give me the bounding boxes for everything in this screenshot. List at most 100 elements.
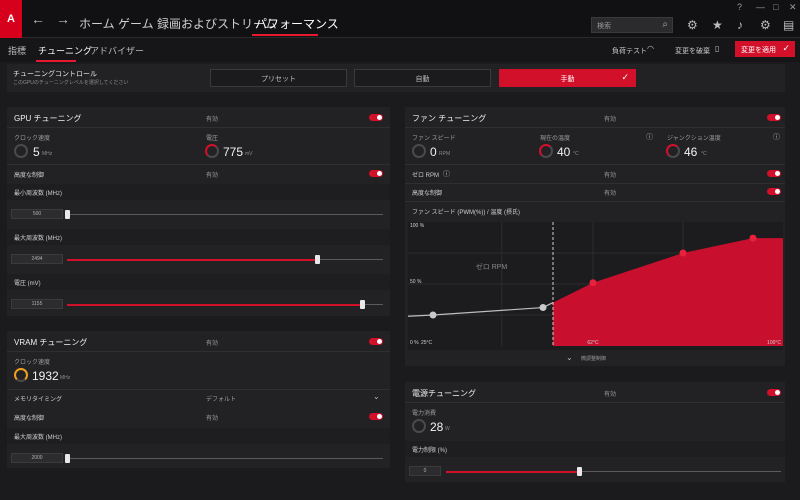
- current-temp-help-icon[interactable]: ⓘ: [646, 132, 653, 142]
- junction-temp-label: ジャンクション温度: [667, 136, 721, 142]
- mode-auto-label: 自動: [415, 76, 430, 83]
- fan-tuning-toggle[interactable]: [767, 114, 781, 121]
- apply-changes-button[interactable]: 変更を適用 ✓: [735, 41, 795, 57]
- gpu-min-freq-input[interactable]: 500: [11, 209, 63, 219]
- gpu-max-freq-input[interactable]: 2494: [11, 254, 63, 264]
- x-tick-label: 25°C: [421, 340, 433, 346]
- fan-advanced-control-status: 有効: [604, 191, 617, 197]
- gpu-advanced-control-toggle[interactable]: [369, 170, 383, 177]
- close-window-icon[interactable]: ✕: [789, 2, 797, 13]
- search-input[interactable]: 検索 ⌕: [591, 17, 673, 33]
- help-window-icon[interactable]: ?: [737, 2, 742, 12]
- mode-auto-button[interactable]: 自動: [354, 69, 491, 87]
- mode-preset-button[interactable]: プリセット: [210, 69, 347, 87]
- gpu-clock-value: 5: [33, 145, 40, 159]
- gpu-tuning-title: GPU チューニング: [14, 114, 82, 123]
- nav-performance[interactable]: パフォーマンス: [255, 15, 339, 32]
- vram-tuning-toggle[interactable]: [369, 338, 383, 345]
- fan-curve-chart[interactable]: 100 % 50 % 0 % 25°C 62°C 100°C ゼロ RPM: [407, 222, 783, 350]
- tab-tuning[interactable]: チューニング: [38, 44, 92, 57]
- fan-advanced-control-toggle[interactable]: [767, 188, 781, 195]
- gpu-max-freq-slider[interactable]: [315, 255, 320, 264]
- nav-active-indicator: [252, 34, 318, 36]
- notification-bell-icon[interactable]: ♪: [737, 18, 743, 32]
- power-tuning-toggle[interactable]: [767, 389, 781, 396]
- apply-changes-label: 変更を適用: [741, 47, 776, 54]
- fan-tuning-title: ファン チューニング: [412, 114, 487, 123]
- gpu-tuning-toggle[interactable]: [369, 114, 383, 121]
- gpu-voltage-mv-label: 電圧 (mV): [14, 281, 41, 287]
- vram-clock-gauge-icon: [14, 368, 28, 382]
- divider: [7, 351, 390, 352]
- discard-changes-link[interactable]: 変更を破棄: [675, 46, 710, 56]
- gpu-min-freq-slider[interactable]: [65, 210, 70, 219]
- junction-temp-help-icon[interactable]: ⓘ: [773, 132, 780, 142]
- fan-advanced-control-label: 高度な制御: [412, 191, 443, 197]
- load-test-link[interactable]: 負荷テスト: [612, 46, 647, 56]
- junction-temp-value: 46: [684, 145, 698, 159]
- speedometer-icon[interactable]: ◠: [647, 44, 654, 53]
- fan-tuning-status: 有効: [604, 117, 617, 123]
- vram-max-freq-track: [67, 458, 383, 459]
- power-limit-row: [405, 441, 785, 457]
- back-arrow-icon[interactable]: ←: [31, 12, 45, 26]
- gpu-voltage-input[interactable]: 1155: [11, 299, 63, 309]
- gpu-max-freq-fill: [67, 259, 317, 261]
- maximize-window-icon[interactable]: □: [773, 2, 778, 12]
- x-tick-label: 100°C: [767, 340, 781, 346]
- mode-preset-label: プリセット: [261, 76, 296, 83]
- current-temp-unit: °C: [573, 151, 579, 157]
- tab-advisor[interactable]: アドバイザー: [90, 44, 144, 57]
- fan-speed-gauge-icon: [412, 144, 426, 158]
- tab-metrics[interactable]: 指標: [8, 44, 26, 57]
- memory-timing-label: メモリタイミング: [14, 397, 63, 403]
- fan-curve-active-area: [553, 238, 783, 346]
- bug-report-icon[interactable]: ⚙: [687, 18, 698, 32]
- minimize-window-icon[interactable]: —: [756, 2, 765, 12]
- power-tuning-title: 電源チューニング: [412, 389, 476, 398]
- power-consumption-unit: W: [445, 426, 450, 432]
- gpu-max-freq-label: 最大周波数 (MHz): [14, 236, 62, 242]
- gpu-voltage-unit: mV: [245, 151, 253, 157]
- power-tuning-status: 有効: [604, 392, 617, 398]
- fine-adjust-link[interactable]: 微調整制御: [581, 355, 606, 362]
- gpu-voltage-gauge-icon: [205, 144, 219, 158]
- zero-rpm-toggle[interactable]: [767, 170, 781, 177]
- chevron-down-icon[interactable]: ⌄: [373, 392, 380, 401]
- divider: [405, 183, 785, 184]
- power-limit-slider[interactable]: [577, 467, 582, 476]
- power-limit-label: 電力制限 (%): [412, 448, 447, 454]
- tuning-control-subtitle: このGPUのチューニングレベルを選択してください: [13, 80, 129, 86]
- star-icon[interactable]: ★: [712, 18, 723, 32]
- gpu-min-freq-row: [7, 184, 390, 200]
- power-limit-input[interactable]: 0: [409, 466, 441, 476]
- zero-rpm-region-label: ゼロ RPM: [476, 262, 508, 271]
- settings-gear-icon[interactable]: ⚙: [760, 18, 771, 32]
- divider: [405, 164, 785, 165]
- memory-timing-dropdown[interactable]: デフォルト: [206, 394, 236, 403]
- vram-advanced-control-toggle[interactable]: [369, 413, 383, 420]
- gpu-voltage-slider[interactable]: [360, 300, 365, 309]
- top-bar: A ← → ホーム ゲーム 録画およびストリーム パフォーマンス 検索 ⌕ ⚙ …: [0, 0, 800, 38]
- fan-curve-point: [589, 279, 597, 287]
- x-tick-label: 62°C: [587, 340, 599, 346]
- mode-manual-label: 手動: [560, 76, 575, 83]
- gpu-clock-unit: MHz: [42, 151, 53, 157]
- chevron-down-icon[interactable]: ⌄: [566, 353, 573, 362]
- vram-max-freq-label: 最大周波数 (MHz): [14, 435, 62, 441]
- nav-home[interactable]: ホーム: [79, 15, 115, 32]
- mode-manual-button[interactable]: 手動 ✓: [499, 69, 636, 87]
- vram-max-freq-input[interactable]: 2000: [11, 453, 63, 463]
- fan-curve-point: [679, 249, 687, 257]
- zero-rpm-help-icon[interactable]: ⓘ: [443, 169, 450, 179]
- fan-curve-svg[interactable]: 100 % 50 % 0 % 25°C 62°C 100°C ゼロ RPM: [407, 222, 783, 350]
- forward-arrow-icon[interactable]: →: [56, 12, 70, 26]
- nav-games[interactable]: ゲーム: [118, 15, 154, 32]
- tab-active-indicator: [36, 60, 76, 62]
- y-tick-label: 0 %: [410, 340, 419, 346]
- sidebar-panel-icon[interactable]: ▤: [783, 18, 794, 32]
- vram-tuning-title: VRAM チューニング: [14, 338, 88, 347]
- vram-max-freq-slider[interactable]: [65, 454, 70, 463]
- trash-icon[interactable]: ▯: [715, 44, 719, 53]
- gpu-min-freq-track: [67, 214, 383, 215]
